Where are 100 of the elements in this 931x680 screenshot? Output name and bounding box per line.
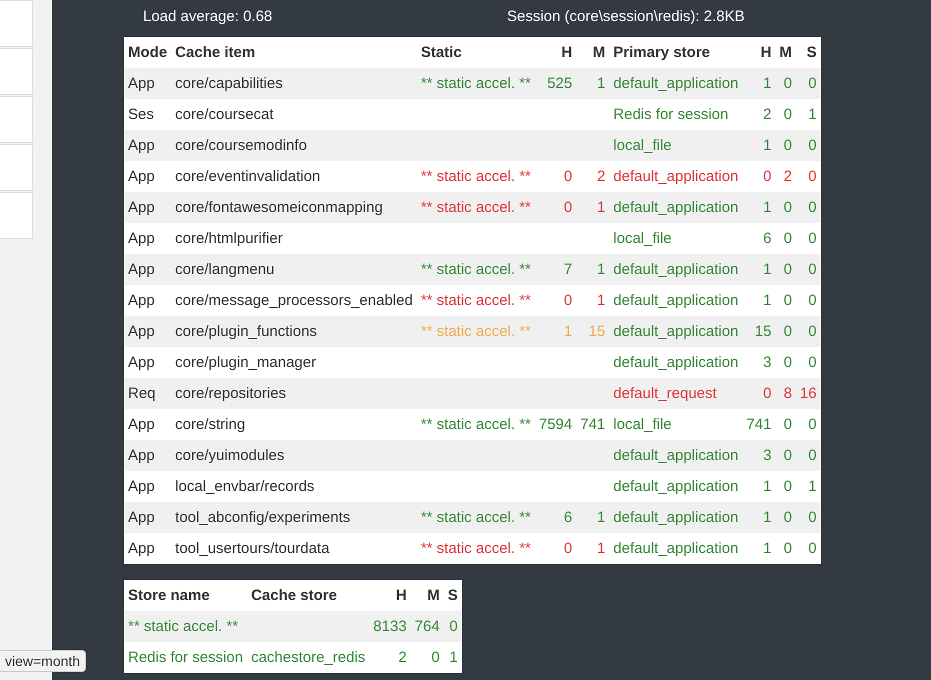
table-cell: 1	[763, 199, 772, 216]
table-cell: core/coursemodinfo	[175, 137, 307, 154]
table-cell: core/message_processors_enabled	[175, 292, 413, 309]
table-cell: local_file	[613, 230, 672, 247]
table-cell: 0	[784, 478, 792, 495]
table-cell: 0	[784, 261, 792, 278]
sidebar-card	[0, 192, 33, 239]
table-cell: 1	[564, 323, 572, 340]
table-cell: App	[128, 416, 155, 433]
column-header: M	[576, 37, 610, 68]
table-cell: 3	[763, 354, 772, 371]
table-cell: 15	[754, 323, 772, 340]
table-cell: 0	[808, 292, 817, 309]
table-cell: 0	[808, 447, 817, 464]
table-cell: 1	[763, 261, 772, 278]
table-cell: App	[128, 199, 155, 216]
table-cell: 0	[808, 354, 817, 371]
table-cell: 1	[596, 199, 606, 216]
table-cell: 3	[763, 447, 772, 464]
table-cell: 1	[763, 137, 772, 154]
table-cell: 741	[580, 416, 606, 433]
table-cell: default_application	[613, 540, 738, 557]
table-cell: 525	[547, 75, 572, 92]
column-header: Store name	[124, 580, 248, 611]
table-cell: 1	[763, 75, 772, 92]
table-cell: default_application	[613, 323, 738, 340]
table-cell: 2	[596, 168, 606, 185]
table-cell: 0	[784, 447, 792, 464]
table-cell: 0	[784, 354, 792, 371]
table-cell: ** static accel. **	[420, 75, 531, 92]
column-header: Cache store	[247, 580, 370, 611]
table-cell: ** static accel. **	[420, 509, 531, 526]
table-cell: core/string	[175, 416, 246, 433]
table-cell: 1	[763, 478, 772, 495]
table-cell: 8133	[373, 618, 407, 635]
table-cell: 0	[808, 416, 817, 433]
table-cell: 0	[784, 199, 792, 216]
table-cell: 0	[784, 106, 792, 123]
table-cell: 0	[784, 540, 792, 557]
table-cell: App	[128, 478, 155, 495]
table-cell: 1	[596, 261, 606, 278]
column-header: M	[410, 580, 444, 611]
table-cell: Ses	[128, 106, 154, 123]
table-cell: ** static accel. **	[420, 168, 531, 185]
sidebar-card	[0, 144, 33, 191]
table-cell: App	[128, 261, 155, 278]
table-cell: core/plugin_functions	[175, 323, 317, 340]
column-header: S	[796, 37, 821, 68]
table-cell: 1	[808, 478, 817, 495]
load-average-text: Load average: 0.68	[143, 8, 274, 27]
column-header: S	[444, 580, 462, 611]
table-cell: core/eventinvalidation	[175, 168, 320, 185]
table-cell: default_application	[613, 168, 738, 185]
table-cell: default_request	[613, 385, 717, 402]
table-cell: 1	[596, 540, 606, 557]
table-cell: ** static accel. **	[420, 261, 531, 278]
table-cell: 0	[784, 75, 792, 92]
table-cell: App	[128, 168, 155, 185]
table-cell: App	[128, 447, 155, 464]
table-cell: App	[128, 137, 155, 154]
table-cell: App	[128, 540, 155, 557]
table-cell: default_application	[613, 354, 738, 371]
table-cell: 741	[746, 416, 772, 433]
table-cell: 0	[808, 509, 817, 526]
table-cell: default_application	[613, 75, 738, 92]
column-header: Mode	[124, 37, 172, 68]
table-cell: core/repositories	[175, 385, 286, 402]
table-cell: default_application	[613, 478, 738, 495]
table-cell: 0	[784, 230, 792, 247]
table-cell: 0	[784, 416, 792, 433]
table-cell: 1	[596, 292, 606, 309]
table-cell: core/fontawesomeiconmapping	[175, 199, 383, 216]
table-cell: App	[128, 354, 155, 371]
session-size-text: Session (core\session\redis): 2.8KB	[507, 8, 745, 27]
table-cell: ** static accel. **	[420, 292, 531, 309]
table-cell: Req	[128, 385, 156, 402]
table-cell: Redis for session	[613, 106, 728, 123]
table-cell: 0	[431, 649, 440, 666]
table-cell: local_file	[613, 416, 672, 433]
table-cell: App	[128, 323, 155, 340]
table-cell: 6	[763, 230, 772, 247]
table-cell: App	[128, 230, 155, 247]
table-cell: 0	[784, 137, 792, 154]
table-cell: 0	[784, 323, 792, 340]
table-cell: core/capabilities	[175, 75, 283, 92]
table-cell: 1	[596, 509, 606, 526]
column-header: H	[742, 37, 776, 68]
table-cell: 0	[808, 540, 817, 557]
table-cell: 0	[808, 199, 817, 216]
table-cell: 0	[808, 137, 817, 154]
sidebar-card	[0, 96, 33, 143]
table-cell: 2	[398, 649, 407, 666]
table-cell: App	[128, 75, 155, 92]
table-cell: 0	[564, 540, 572, 557]
table-cell: local_envbar/records	[175, 478, 314, 495]
column-header: H	[534, 37, 576, 68]
table-cell: Redis for session	[128, 649, 244, 666]
table-cell: 0	[763, 385, 772, 402]
table-cell: cachestore_redis	[251, 649, 366, 666]
table-cell: ** static accel. **	[420, 416, 531, 433]
